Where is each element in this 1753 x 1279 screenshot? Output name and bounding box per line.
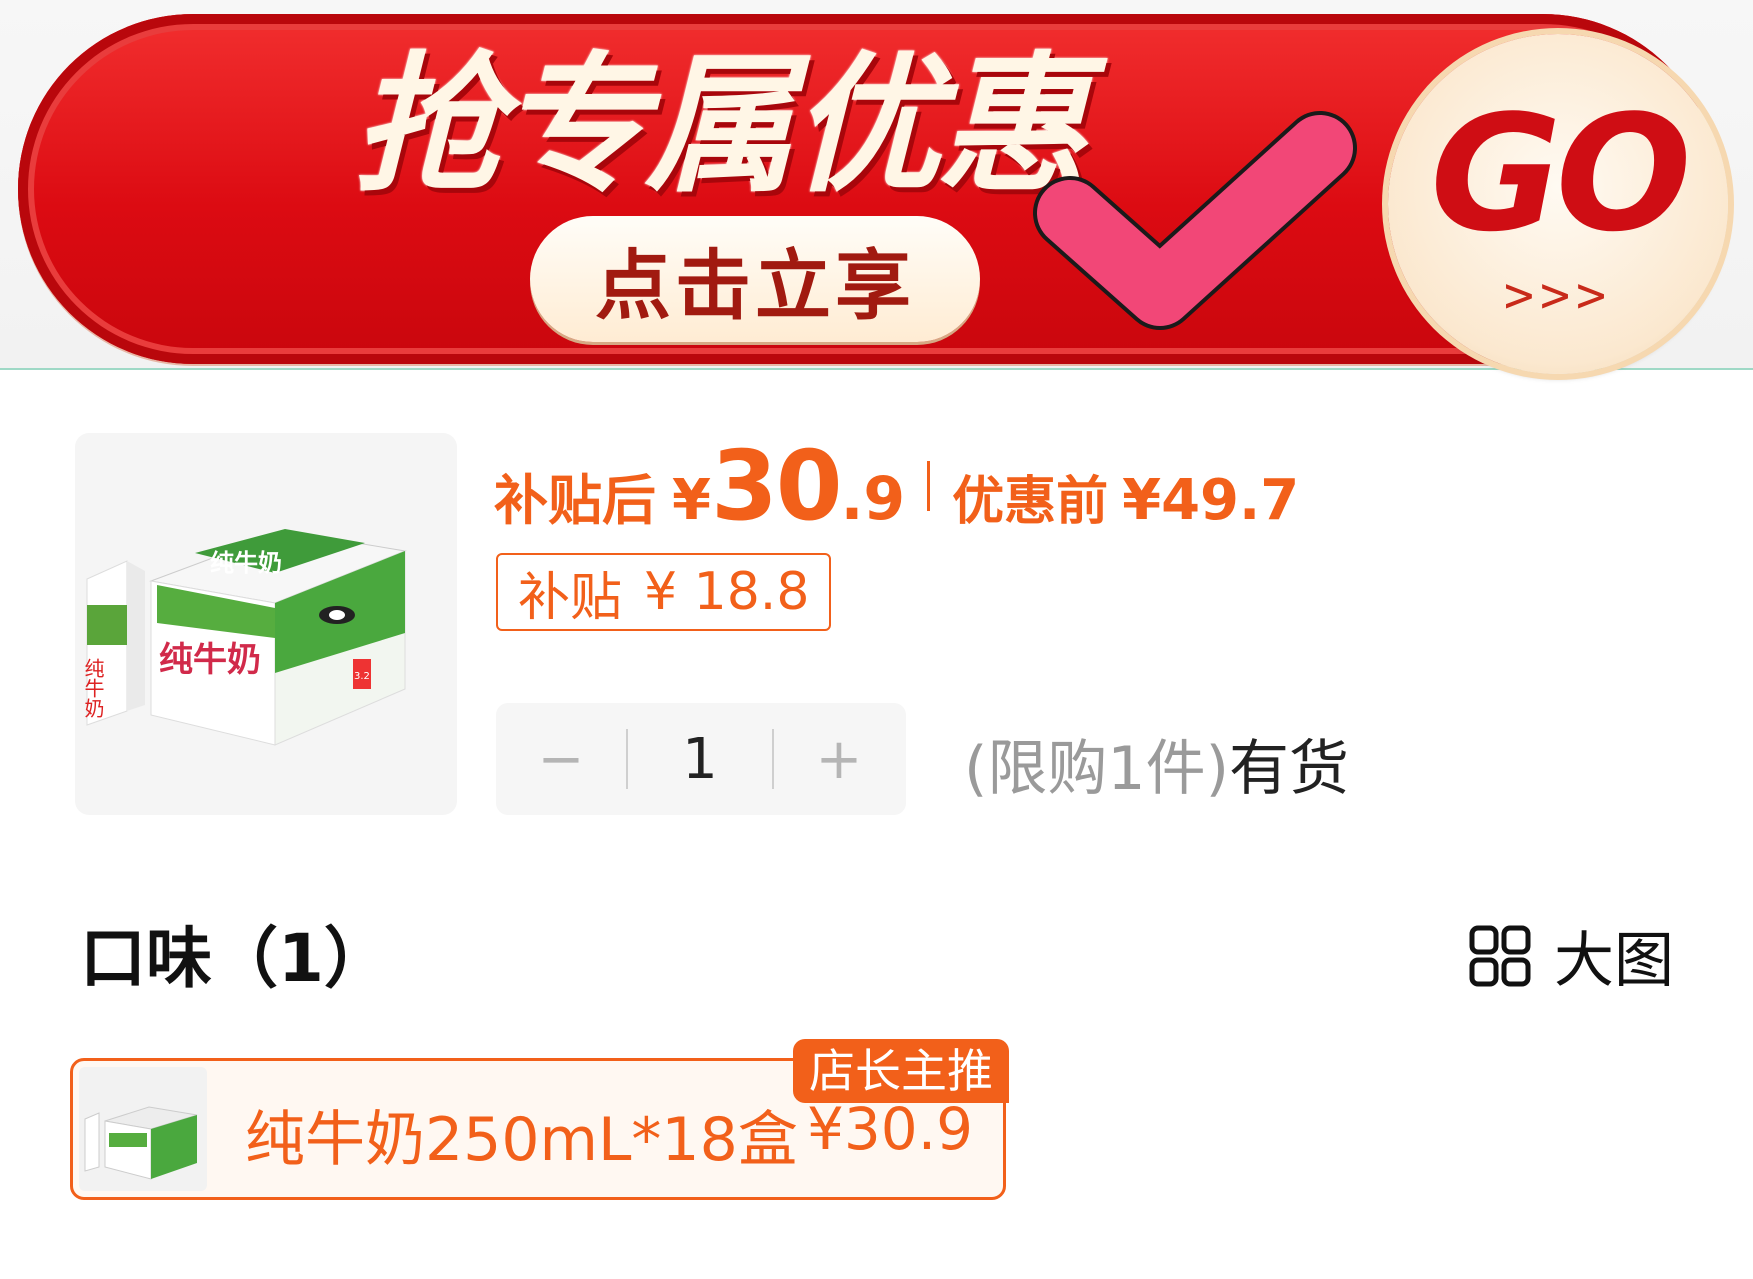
quantity-stepper: − 1 + [496, 703, 906, 815]
purchase-limit: (限购1件) [964, 734, 1229, 804]
sku-thumbnail-illustration [84, 1106, 198, 1180]
grid-icon [1469, 925, 1531, 986]
go-arrows: >>> [1503, 266, 1613, 324]
big-image-label: 大图 [1554, 926, 1674, 996]
banner-title: 抢专属优惠 [353, 39, 1087, 213]
subsidy-tag: 补贴 ¥ 18.8 [496, 553, 832, 631]
plus-icon[interactable]: + [774, 727, 904, 792]
big-image-toggle[interactable]: 大图 [1468, 912, 1674, 999]
box-top-label: 纯牛奶 [210, 549, 282, 577]
sku-name: 纯牛奶250mL*18盒 [245, 1105, 798, 1175]
check-icon [1033, 111, 1357, 330]
subsidy-amount: ¥ 18.8 [644, 562, 810, 622]
sku-thumbnail [79, 1067, 207, 1191]
stock-status: 有货 [1229, 734, 1349, 804]
promo-banner-area: 抢专属优惠 点击立享 GO >>> [0, 0, 1753, 374]
price-before-value: ¥49.7 [1122, 468, 1300, 533]
minus-icon[interactable]: − [496, 727, 626, 792]
price-after-label: 补贴后 [494, 469, 656, 532]
sku-price: ¥30.9 [807, 1095, 974, 1163]
claim-now-label: 点击立享 [595, 241, 915, 330]
quantity-value[interactable]: 1 [628, 727, 772, 792]
promo-banner[interactable]: 抢专属优惠 点击立享 GO >>> [18, 14, 1728, 374]
milk-box-illustration: 纯牛奶 纯牛奶 纯牛奶 3.2 [81, 529, 407, 746]
stock-info: (限购1件)有货 [964, 720, 1349, 807]
price-line: 补贴后 ¥ 30 .9 优惠前 ¥49.7 [494, 430, 1300, 542]
claim-now-button[interactable]: 点击立享 [530, 216, 980, 342]
box-front-label: 纯牛奶 [159, 640, 261, 680]
price-before-label: 优惠前 [952, 472, 1109, 532]
go-button[interactable]: GO >>> [1388, 34, 1728, 374]
price-decimal: .9 [840, 464, 906, 534]
subsidy-label: 补贴 [518, 567, 623, 628]
price-divider [927, 461, 931, 511]
product-image[interactable]: 纯牛奶 纯牛奶 纯牛奶 3.2 [75, 433, 457, 815]
sku-option-card[interactable]: 纯牛奶250mL*18盒 ¥30.9 店长主推 [70, 1039, 1009, 1200]
price-integer: 30 [710, 430, 843, 542]
go-label: GO [1430, 80, 1691, 267]
small-carton-label: 纯牛奶 [81, 658, 105, 718]
currency-symbol: ¥ [672, 468, 711, 533]
store-recommend-badge: 店长主推 [793, 1039, 1009, 1103]
protein-badge: 3.2 [354, 671, 370, 682]
flavor-section-title: 口味（1） [80, 920, 390, 997]
